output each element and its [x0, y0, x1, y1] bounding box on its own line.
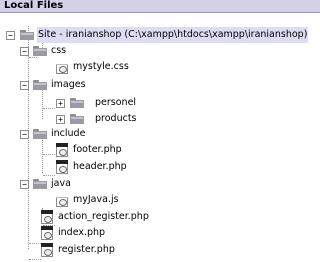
folder-label[interactable]: personel — [94, 95, 137, 111]
tree-row-css[interactable]: − css — [0, 43, 320, 59]
tree-row-index[interactable]: index.php — [0, 225, 320, 241]
js-file-icon — [55, 193, 68, 207]
folder-icon — [70, 98, 84, 108]
expand-toggle[interactable]: + — [56, 115, 65, 124]
panel-header: Local Files — [0, 0, 320, 12]
tree-row-products[interactable]: + products — [0, 111, 320, 127]
collapse-toggle[interactable]: − — [20, 130, 29, 139]
folder-label[interactable]: include — [50, 126, 86, 142]
tree-row-myjava[interactable]: myJava.js — [0, 192, 320, 208]
file-label[interactable]: mystyle.css — [72, 59, 130, 75]
file-label[interactable]: register.php — [57, 242, 116, 258]
tree-row-mystyle[interactable]: mystyle.css — [0, 59, 320, 75]
folder-label[interactable]: java — [50, 176, 72, 192]
tree-row-personel[interactable]: + personel — [0, 95, 320, 111]
tree-row-root[interactable]: − Site - iranianshop (C:\xampp\htdocs\xa… — [0, 27, 320, 43]
expand-toggle[interactable]: + — [56, 99, 65, 108]
file-label[interactable]: footer.php — [72, 142, 123, 158]
tree-row-include[interactable]: − include — [0, 126, 320, 142]
php-file-icon — [55, 160, 68, 174]
folder-label[interactable]: css — [50, 43, 67, 59]
collapse-toggle[interactable]: − — [20, 180, 29, 189]
tree-row-action-register[interactable]: action_register.php — [0, 209, 320, 225]
local-files-panel: Local Files − Site - iranianshop (C:\xam… — [0, 0, 320, 262]
tree-line — [29, 259, 41, 260]
folder-icon — [20, 30, 34, 40]
file-label[interactable]: action_register.php — [57, 209, 150, 225]
folder-icon — [33, 80, 47, 90]
css-file-icon — [55, 60, 68, 74]
site-root-label[interactable]: Site - iranianshop (C:\xampp\htdocs\xamp… — [37, 27, 309, 43]
php-file-icon — [40, 243, 53, 257]
tree-row-register[interactable]: register.php — [0, 242, 320, 258]
folder-label[interactable]: images — [50, 77, 87, 93]
file-label[interactable]: index.php — [57, 225, 106, 241]
php-file-icon — [55, 143, 68, 157]
file-label[interactable]: myJava.js — [72, 192, 120, 208]
collapse-toggle[interactable]: − — [20, 81, 29, 90]
folder-icon — [33, 46, 47, 56]
folder-icon — [70, 114, 84, 124]
collapse-toggle[interactable]: − — [20, 47, 29, 56]
tree-row-java[interactable]: − java — [0, 176, 320, 192]
tree-row-footer[interactable]: footer.php — [0, 142, 320, 158]
folder-icon — [33, 179, 47, 189]
tree-row-images[interactable]: − images — [0, 77, 320, 93]
tree-row-header[interactable]: header.php — [0, 159, 320, 175]
folder-label[interactable]: products — [94, 111, 138, 127]
php-file-icon — [40, 226, 53, 240]
php-file-icon — [40, 210, 53, 224]
file-label[interactable]: header.php — [72, 159, 128, 175]
panel-title: Local Files — [4, 0, 64, 11]
collapse-toggle[interactable]: − — [6, 31, 15, 40]
folder-icon — [33, 129, 47, 139]
